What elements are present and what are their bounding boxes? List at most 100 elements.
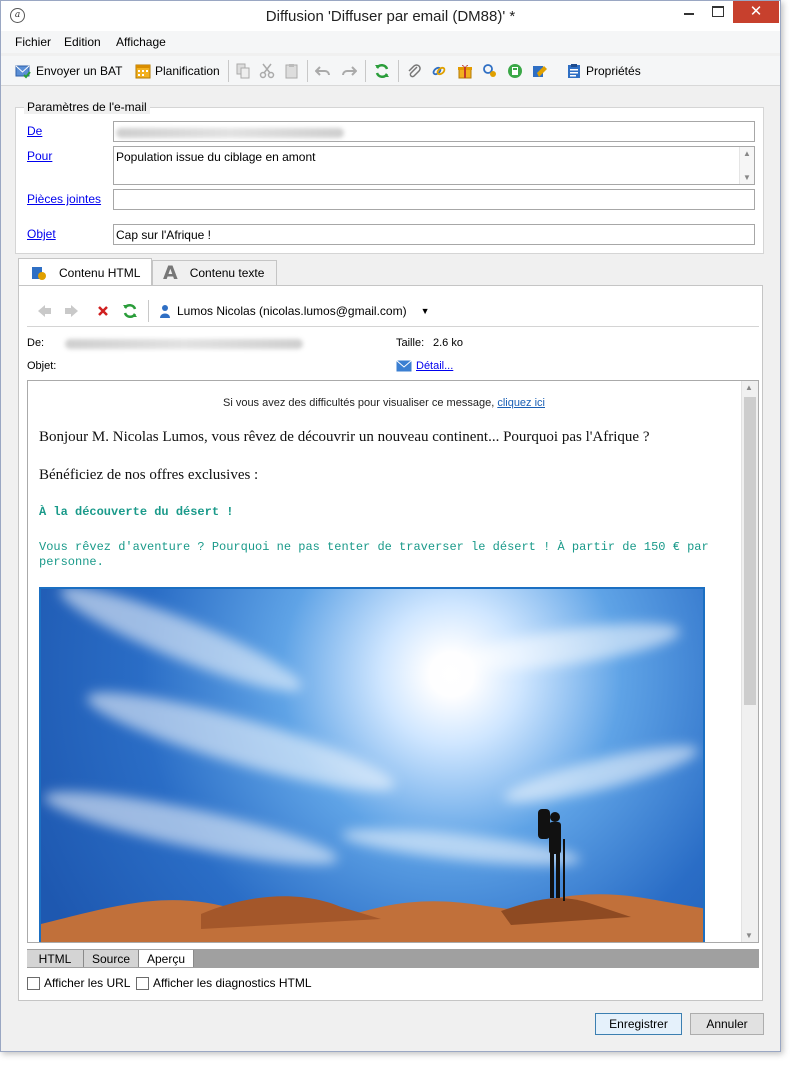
- previous-button[interactable]: [36, 302, 52, 320]
- detail-link[interactable]: Détail...: [416, 360, 453, 372]
- subject-value: Cap sur l'Afrique !: [116, 228, 211, 242]
- toolbar-separator: [228, 60, 229, 82]
- cancel-button[interactable]: Annuler: [690, 1013, 764, 1035]
- email-delivery-window: a Diffusion 'Diffuser par email (DM88)' …: [0, 0, 781, 1052]
- planning-button[interactable]: Planification: [135, 62, 220, 80]
- to-link[interactable]: Pour: [27, 149, 52, 163]
- mirror-page-link[interactable]: cliquez ici: [497, 397, 545, 409]
- from-field[interactable]: [113, 121, 755, 142]
- next-button[interactable]: [64, 302, 80, 320]
- validation-button[interactable]: [507, 62, 523, 80]
- size-label: Taille:: [396, 337, 425, 349]
- offer-button[interactable]: [457, 62, 473, 80]
- refresh-preview-button[interactable]: [122, 302, 138, 320]
- properties-clipboard-icon: [566, 63, 582, 79]
- minimize-button[interactable]: [675, 1, 703, 23]
- desert-hero-image: [39, 587, 705, 942]
- window-title: Diffusion 'Diffuser par email (DM88)' *: [265, 8, 516, 25]
- subject-link[interactable]: Objet: [27, 227, 56, 241]
- checkbox-box[interactable]: [136, 976, 149, 990]
- menu-affichage[interactable]: Affichage: [116, 35, 166, 49]
- recipient-selector[interactable]: Lumos Nicolas (nicolas.lumos@gmail.com) …: [157, 302, 430, 320]
- preview-from-label: De:: [27, 337, 45, 349]
- menu-edition[interactable]: Edition: [64, 35, 101, 49]
- send-bat-button[interactable]: Envoyer un BAT: [15, 62, 122, 80]
- email-preview-body: Si vous avez des difficultés pour visual…: [28, 381, 740, 942]
- red-x-icon: [95, 303, 111, 319]
- refresh-button[interactable]: [374, 62, 390, 80]
- title-bar[interactable]: a Diffusion 'Diffuser par email (DM88)' …: [1, 1, 780, 31]
- calendar-icon: [135, 63, 151, 79]
- undo-button[interactable]: [314, 62, 331, 80]
- gift-icon: [457, 63, 473, 79]
- subject-field[interactable]: Cap sur l'Afrique !: [113, 224, 755, 245]
- preview-scrollbar[interactable]: ▲ ▼: [741, 381, 758, 942]
- view-mode-tabs: HTML Source Aperçu: [27, 949, 759, 968]
- tab-text-content[interactable]: A Contenu texte: [152, 260, 277, 285]
- toolbar-separator: [398, 60, 399, 82]
- show-urls-checkbox[interactable]: Afficher les URL: [27, 976, 130, 990]
- show-diagnostics-checkbox[interactable]: Afficher les diagnostics HTML: [136, 976, 312, 990]
- to-field[interactable]: Population issue du ciblage en amont ▲ ▼: [113, 146, 755, 185]
- copy-icon: [235, 63, 251, 79]
- to-value: Population issue du ciblage en amont: [116, 150, 316, 164]
- menu-bar: Fichier Edition Affichage: [1, 31, 780, 53]
- mirror-page-notice: Si vous avez des difficultés pour visual…: [222, 397, 545, 409]
- close-button[interactable]: ✕: [733, 1, 779, 23]
- paperclip-icon: [406, 63, 422, 79]
- tab-apercu[interactable]: Aperçu: [139, 950, 194, 967]
- edit-tag-icon: [532, 63, 548, 79]
- preview-scrollbar-thumb[interactable]: [744, 397, 756, 705]
- properties-button[interactable]: Propriétés: [566, 62, 641, 80]
- checkbox-box[interactable]: [27, 976, 40, 990]
- size-value: 2.6 ko: [433, 337, 463, 349]
- calculator-icon: [507, 63, 523, 79]
- attachment-button[interactable]: [406, 62, 422, 80]
- offers-text: Bénéficiez de nos offres exclusives :: [39, 467, 259, 483]
- redo-icon: [341, 63, 358, 79]
- envelope-check-icon: [15, 63, 31, 79]
- menu-fichier[interactable]: Fichier: [15, 35, 51, 49]
- cut-button[interactable]: [259, 62, 275, 80]
- save-button[interactable]: Enregistrer: [595, 1013, 682, 1035]
- arrow-right-icon: [64, 303, 80, 319]
- scroll-up-icon[interactable]: ▲: [743, 149, 751, 158]
- desert-description-line2: personne.: [39, 555, 104, 569]
- toolbar-separator: [365, 60, 366, 82]
- dropdown-arrow-icon[interactable]: ▼: [421, 306, 430, 316]
- remove-recipient-button[interactable]: [95, 302, 111, 320]
- personalization-button[interactable]: [532, 62, 548, 80]
- attachments-field[interactable]: [113, 189, 755, 210]
- undo-icon: [314, 63, 331, 79]
- from-value-redacted: [116, 127, 344, 138]
- tab-html[interactable]: HTML: [27, 950, 84, 967]
- email-preview[interactable]: Si vous avez des difficultés pour visual…: [27, 380, 759, 943]
- text-content-icon: A: [163, 262, 178, 284]
- preview-subject-label: Objet:: [27, 360, 57, 372]
- target-link-icon: [482, 63, 498, 79]
- preview-from-redacted: [65, 339, 303, 349]
- tab-source[interactable]: Source: [84, 950, 139, 967]
- link-tracking-button[interactable]: [431, 62, 447, 80]
- html-content-icon: [31, 265, 47, 281]
- desert-description-line1: Vous rêvez d'aventure ? Pourquoi ne pas …: [39, 540, 709, 554]
- scissors-icon: [259, 63, 275, 79]
- maximize-button[interactable]: [704, 1, 732, 23]
- to-field-scrollbar[interactable]: ▲ ▼: [739, 147, 754, 184]
- greeting-text: Bonjour M. Nicolas Lumos, vous rêvez de …: [39, 429, 650, 445]
- email-parameters-legend: Paramètres de l'e-mail: [24, 100, 150, 114]
- scroll-down-icon[interactable]: ▼: [745, 931, 753, 940]
- scroll-down-icon[interactable]: ▼: [743, 173, 751, 182]
- desert-dunes: [41, 809, 703, 942]
- copy-button[interactable]: [235, 62, 251, 80]
- tab-html-content[interactable]: Contenu HTML: [18, 258, 152, 286]
- scroll-up-icon[interactable]: ▲: [745, 383, 753, 392]
- refresh-icon: [374, 63, 390, 79]
- clipboard-icon: [284, 63, 300, 79]
- from-link[interactable]: De: [27, 124, 42, 138]
- paste-button[interactable]: [284, 62, 300, 80]
- desert-heading: À la découverte du désert !: [39, 505, 234, 519]
- tracking-button[interactable]: [482, 62, 498, 80]
- attachments-link[interactable]: Pièces jointes: [27, 192, 101, 206]
- redo-button[interactable]: [341, 62, 358, 80]
